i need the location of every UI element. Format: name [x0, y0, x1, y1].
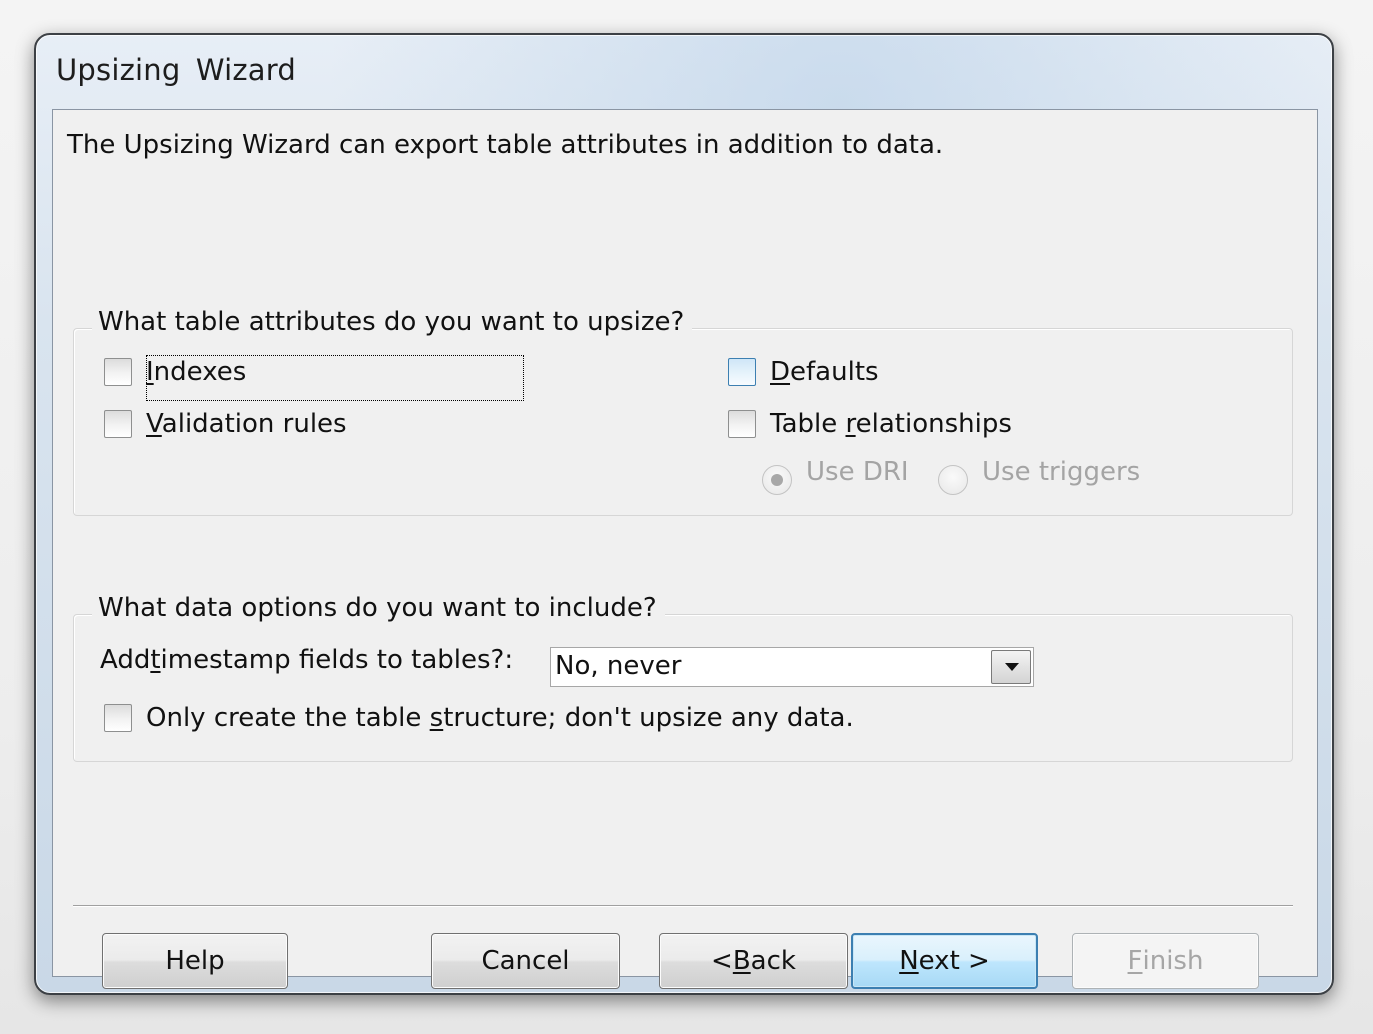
structure-only-label: Only create the table structure; don't u…	[146, 703, 854, 733]
timestamp-dropdown-value: No, never	[555, 651, 682, 681]
dialog-client-area: The Upsizing Wizard can export table att…	[52, 109, 1318, 989]
structure-only-label-rest: tructure; don't upsize any data.	[443, 703, 854, 733]
table-attributes-legend: What table attributes do you want to ups…	[92, 307, 693, 337]
validation-rules-label: Validation rules	[146, 409, 347, 439]
finish-label-rest: inish	[1142, 946, 1204, 976]
back-button[interactable]: < Back	[659, 933, 848, 989]
table-relationships-label-rest: elationships	[855, 409, 1012, 439]
table-relationships-checkbox-box[interactable]	[728, 410, 756, 438]
timestamp-label-rest: imestamp fields to tables?:	[160, 645, 514, 675]
next-button[interactable]: Next >	[851, 933, 1038, 989]
validation-rules-checkbox-box[interactable]	[104, 410, 132, 438]
defaults-mnemonic: D	[770, 357, 791, 387]
back-label-rest: ack	[750, 946, 796, 976]
upsizing-wizard-dialog: Upsizing Wizard The Upsizing Wizard can …	[34, 33, 1334, 995]
use-dri-radio-circle[interactable]	[762, 465, 792, 495]
use-dri-label: Use DRI	[806, 457, 909, 487]
button-separator	[73, 905, 1293, 907]
window-title: Upsizing Wizard	[56, 53, 296, 87]
use-triggers-radio-circle[interactable]	[938, 465, 968, 495]
back-label-pre: <	[711, 946, 733, 976]
indexes-label: Indexes	[146, 357, 246, 387]
indexes-mnemonic: I	[146, 357, 154, 387]
help-button[interactable]: Help	[102, 933, 288, 989]
table-attributes-group: What table attributes do you want to ups…	[73, 307, 1293, 516]
structure-only-checkbox[interactable]: Only create the table structure; don't u…	[104, 703, 854, 733]
cancel-button[interactable]: Cancel	[431, 933, 620, 989]
table-relationships-mnemonic: r	[845, 409, 856, 439]
timestamp-label: Add t imestamp fields to tables?:	[100, 645, 513, 675]
dropdown-arrow-button[interactable]	[991, 650, 1031, 684]
defaults-checkbox[interactable]: Defaults	[728, 357, 879, 387]
validation-rules-mnemonic: V	[146, 409, 162, 439]
finish-mnemonic: F	[1127, 946, 1143, 976]
indexes-checkbox[interactable]: Indexes	[104, 357, 246, 387]
indexes-checkbox-box[interactable]	[104, 358, 132, 386]
data-options-legend: What data options do you want to include…	[92, 593, 665, 623]
finish-button[interactable]: Finish	[1072, 933, 1259, 989]
structure-only-mnemonic: s	[429, 703, 444, 733]
table-relationships-label: Table relationships	[770, 409, 1012, 439]
defaults-label-rest: efaults	[790, 357, 879, 387]
use-triggers-radio[interactable]: Use triggers	[938, 457, 1141, 495]
validation-rules-checkbox[interactable]: Validation rules	[104, 409, 347, 439]
use-dri-selected-dot	[771, 474, 783, 486]
table-relationships-checkbox[interactable]: Table relationships	[728, 409, 1012, 439]
use-dri-radio[interactable]: Use DRI	[762, 457, 909, 495]
structure-only-checkbox-box[interactable]	[104, 704, 132, 732]
data-options-group: What data options do you want to include…	[73, 593, 1293, 762]
structure-only-label-pre: Only create the table	[146, 703, 430, 733]
validation-rules-label-rest: alidation rules	[161, 409, 347, 439]
timestamp-mnemonic: t	[150, 645, 161, 675]
back-mnemonic: B	[732, 946, 751, 976]
chevron-down-icon	[1005, 663, 1019, 671]
next-mnemonic: N	[899, 946, 919, 976]
indexes-label-rest: ndexes	[153, 357, 247, 387]
use-triggers-label: Use triggers	[982, 457, 1141, 487]
table-relationships-label-pre: Table	[770, 409, 846, 439]
defaults-label: Defaults	[770, 357, 879, 387]
next-label-rest: ext >	[918, 946, 990, 976]
timestamp-dropdown[interactable]: No, never	[550, 647, 1034, 687]
timestamp-label-pre: Add	[100, 645, 151, 675]
defaults-checkbox-box[interactable]	[728, 358, 756, 386]
intro-text: The Upsizing Wizard can export table att…	[67, 130, 944, 160]
